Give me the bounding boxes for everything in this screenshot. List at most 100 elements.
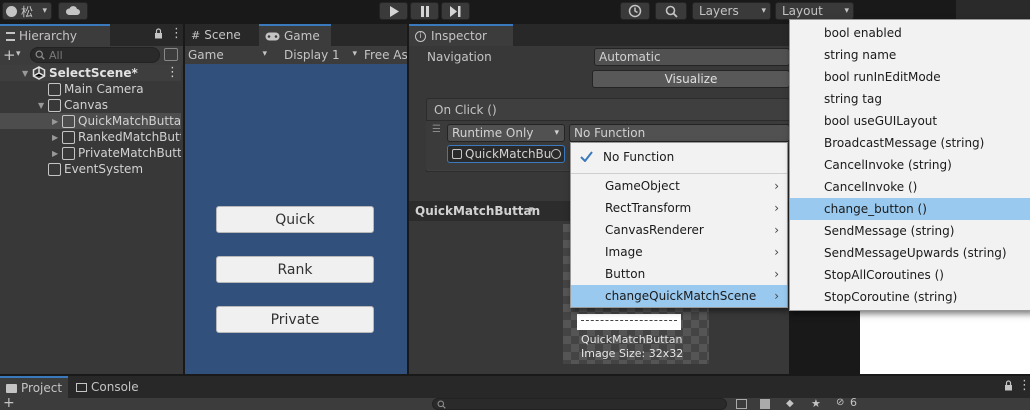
tab-inspector[interactable]: i Inspector — [409, 24, 513, 46]
unity-scene-icon — [32, 66, 46, 80]
menu-item-image[interactable]: Image › — [571, 241, 787, 263]
hierarchy-item-privatematch[interactable]: ▶ PrivateMatchButtan — [0, 145, 181, 161]
runtime-value: Runtime Only — [452, 126, 534, 140]
menu-item-canvasrenderer[interactable]: CanvasRenderer › — [571, 219, 787, 241]
chevron-down-icon[interactable]: ▾ — [529, 205, 534, 215]
method-item[interactable]: bool enabled — [790, 22, 1030, 44]
chevron-down-icon: ▾ — [42, 6, 47, 16]
method-item[interactable]: string name — [790, 44, 1030, 66]
game-button-private[interactable]: Private — [216, 306, 374, 333]
object-picker-icon[interactable] — [551, 149, 561, 159]
add-button[interactable]: + — [3, 46, 16, 64]
menu-item-no-function[interactable]: No Function — [571, 146, 787, 168]
tab-hierarchy[interactable]: Hierarchy — [0, 24, 110, 46]
hidden-packages-icon[interactable]: ⊘ — [836, 397, 844, 408]
drag-handle-icon[interactable]: ☰ — [432, 124, 441, 135]
chevron-down-icon[interactable]: ▾ — [16, 49, 21, 59]
method-item[interactable]: SendMessageUpwards (string) — [790, 242, 1030, 264]
method-item[interactable]: SendMessage (string) — [790, 220, 1030, 242]
console-tab-label: Console — [91, 380, 139, 394]
play-button[interactable] — [379, 2, 408, 20]
game-button-quick[interactable]: Quick — [216, 206, 374, 233]
checkmark-icon — [580, 151, 593, 162]
method-item-label: bool runInEditMode — [824, 70, 941, 84]
tab-scene[interactable]: # Scene — [185, 24, 257, 46]
star-icon[interactable]: ★ — [811, 397, 821, 410]
menu-item-gameobject[interactable]: GameObject › — [571, 175, 787, 197]
game-mode-dropdown[interactable]: Game ▾ — [185, 46, 271, 64]
visualize-button[interactable]: Visualize — [592, 70, 790, 88]
method-item[interactable]: CancelInvoke () — [790, 176, 1030, 198]
aspect-dropdown[interactable]: Free As — [363, 46, 407, 64]
layout-dropdown[interactable]: Layout ▾ — [775, 2, 854, 20]
method-item[interactable]: bool runInEditMode — [790, 66, 1030, 88]
account-icon — [6, 5, 17, 17]
layers-dropdown[interactable]: Layers ▾ — [692, 2, 771, 20]
method-item-change-button[interactable]: change_button () — [790, 198, 1030, 220]
game-button-label: Private — [270, 311, 320, 328]
method-item[interactable]: StopCoroutine (string) — [790, 286, 1030, 308]
method-item-label: StopCoroutine (string) — [824, 290, 958, 304]
method-item-label: SendMessageUpwards (string) — [824, 246, 1007, 260]
navigation-value: Automatic — [599, 50, 661, 64]
tab-console[interactable]: Console — [70, 376, 150, 398]
folder-icon — [6, 383, 17, 393]
scene-row[interactable]: ▼ SelectScene* ⋮ — [0, 65, 181, 81]
component-menu: No Function GameObject › RectTransform › C… — [570, 142, 788, 308]
gameobject-icon — [48, 162, 61, 176]
menu-item-recttransform[interactable]: RectTransform › — [571, 197, 787, 219]
game-button-label: Rank — [277, 261, 313, 278]
search-by-label-icon[interactable] — [760, 399, 770, 409]
lock-icon[interactable] — [1004, 380, 1013, 391]
pause-button[interactable] — [410, 2, 439, 20]
navigation-dropdown[interactable]: Automatic — [594, 48, 790, 66]
menu-item-changequickmatchscene[interactable]: changeQuickMatchScene › — [571, 285, 787, 307]
method-item[interactable]: CancelInvoke (string) — [790, 154, 1030, 176]
hierarchy-item-eventsystem[interactable]: EventSystem — [0, 161, 181, 177]
gameobject-icon — [48, 98, 61, 112]
method-item[interactable]: StopAllCoroutines () — [790, 264, 1030, 286]
method-item-label: BroadcastMessage (string) — [824, 136, 985, 150]
history-button[interactable] — [620, 2, 650, 20]
more-options-icon[interactable]: ⋮ — [166, 65, 179, 80]
method-item[interactable]: BroadcastMessage (string) — [790, 132, 1030, 154]
chevron-down-icon: ▾ — [352, 49, 357, 59]
hierarchy-filter-icon[interactable] — [164, 48, 178, 61]
menu-item-button[interactable]: Button › — [571, 263, 787, 285]
scene-tab-label: Scene — [204, 28, 241, 42]
more-options-icon[interactable]: ⋮ — [170, 26, 183, 41]
search-by-type-icon[interactable] — [736, 399, 747, 409]
add-button[interactable]: + — [3, 395, 15, 410]
hierarchy-tab-strip: Hierarchy ⋮ — [0, 24, 183, 46]
object-field[interactable]: QuickMatchBu — [447, 145, 565, 163]
tag-icon[interactable]: ◆ — [786, 398, 794, 409]
more-options-icon[interactable]: ⋮ — [1018, 378, 1030, 393]
info-icon: i — [415, 30, 426, 42]
hierarchy-item-rankedmatch[interactable]: ▶ RankedMatchButtan — [0, 129, 181, 145]
account-dropdown[interactable]: 松 ▾ — [2, 2, 52, 20]
game-button-rank[interactable]: Rank — [216, 256, 374, 283]
method-item[interactable]: bool useGUILayout — [790, 110, 1030, 132]
hierarchy-item-main-camera[interactable]: Main Camera — [0, 81, 181, 97]
method-item-label: StopAllCoroutines () — [824, 268, 944, 282]
menu-item-label: Image — [605, 245, 643, 259]
hierarchy-item-quickmatch[interactable]: ▶ QuickMatchButtan — [0, 113, 181, 129]
aspect-label: Free As — [364, 48, 407, 62]
hierarchy-item-label: EventSystem — [64, 162, 144, 176]
function-dropdown[interactable]: No Function — [569, 124, 790, 142]
project-tab-label: Project — [21, 381, 63, 395]
step-button[interactable] — [441, 2, 470, 20]
cloud-button[interactable] — [58, 2, 88, 20]
search-button[interactable] — [655, 2, 687, 20]
hierarchy-search-field[interactable]: All — [30, 47, 160, 63]
runtime-dropdown[interactable]: Runtime Only ▾ — [447, 124, 565, 142]
project-search-field[interactable] — [432, 398, 727, 410]
preview-name: QuickMatchButtan — [581, 333, 683, 346]
display-dropdown[interactable]: Display 1 ▾ — [281, 46, 361, 64]
step-icon — [450, 5, 461, 17]
tab-game[interactable]: Game — [259, 24, 331, 46]
lock-icon[interactable] — [154, 28, 163, 39]
method-item[interactable]: string tag — [790, 88, 1030, 110]
hierarchy-item-canvas[interactable]: ▼ Canvas — [0, 97, 181, 113]
method-menu: bool enabled string name bool runInEditM… — [789, 19, 1030, 311]
